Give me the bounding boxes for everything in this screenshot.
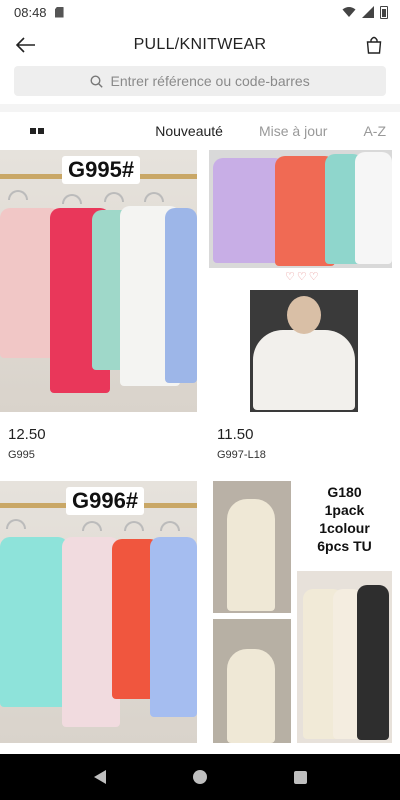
nav-recents-icon[interactable] [293,770,307,784]
product-ref: G995 [8,449,35,461]
system-nav-bar [0,754,400,800]
shopping-bag-icon [366,36,382,54]
signal-icon [362,6,374,18]
cart-button[interactable] [362,33,386,57]
sort-option-updated[interactable]: Mise à jour [259,123,327,139]
product-image-label: G995# [62,156,141,184]
status-time: 08:48 [14,4,47,20]
back-button[interactable] [14,33,38,57]
status-left: 08:48 [14,5,64,20]
product-image[interactable]: G180 1pack 1colour 6pcs TU [209,481,392,743]
product-price: 12.50 [8,426,46,443]
sort-options: Nouveauté Mise à jour A-Z [155,123,386,139]
product-ref: G997-L18 [217,449,266,461]
battery-icon [380,5,388,19]
product-price: 11.50 [217,426,254,443]
product-card[interactable]: G180 1pack 1colour 6pcs TU [209,481,392,743]
grid-view-icon[interactable] [30,128,44,134]
hearts-label: ♡♡♡ [285,271,321,283]
divider [0,104,400,112]
product-image[interactable]: G996# [0,481,197,743]
nav-back-icon[interactable] [93,770,106,784]
search-input[interactable] [110,73,311,89]
status-right [342,5,388,19]
product-image-label: G996# [66,487,145,515]
product-image[interactable]: G995# [0,150,197,412]
sort-bar: Nouveauté Mise à jour A-Z [0,112,400,150]
app-bar: PULL/KNITWEAR [0,24,400,66]
sort-option-newest[interactable]: Nouveauté [155,123,223,139]
search-wrap [0,66,400,104]
product-grid: G995# 12.50 G995 ♡♡♡ 11.50 G997-L18 G996… [0,150,400,743]
sort-option-az[interactable]: A-Z [363,123,386,139]
nav-home-icon[interactable] [192,770,207,784]
pack-info-label: G180 1pack 1colour 6pcs TU [317,484,372,554]
product-card[interactable]: G995# 12.50 G995 [0,150,197,461]
product-card[interactable]: ♡♡♡ 11.50 G997-L18 [209,150,392,461]
product-image[interactable]: ♡♡♡ [209,150,392,412]
arrow-left-icon [16,37,35,53]
sd-card-icon [54,6,64,18]
wifi-icon [342,7,356,17]
product-card[interactable]: G996# [0,481,197,743]
search-bar[interactable] [14,66,386,96]
status-bar: 08:48 [0,0,400,24]
search-icon [89,74,103,88]
page-title: PULL/KNITWEAR [133,36,267,53]
